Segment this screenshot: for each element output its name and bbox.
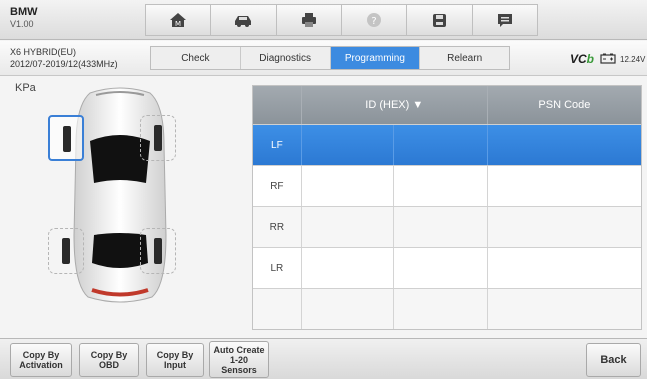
row-id-cell: [393, 248, 487, 288]
row-id-cell: [393, 166, 487, 206]
vehicle-model: X6 HYBRID(EU): [10, 47, 77, 57]
svg-text:?: ?: [371, 16, 376, 27]
row-position: LR: [270, 262, 284, 274]
svg-text:M: M: [175, 20, 181, 28]
print-button[interactable]: [275, 4, 341, 36]
vehicle-button[interactable]: [210, 4, 276, 36]
sub-bar: X6 HYBRID(EU) 2012/07-2019/12(433MHz) Ch…: [0, 41, 647, 76]
vci-b: b: [586, 52, 595, 66]
copy-by-obd-button[interactable]: Copy By OBD: [79, 343, 139, 377]
tire-rr: [154, 238, 162, 264]
row-id-cell: [300, 207, 394, 247]
back-button[interactable]: Back: [586, 343, 641, 377]
tire-lf: [63, 126, 71, 152]
header-position: [253, 86, 301, 124]
tire-rf: [154, 125, 162, 151]
save-button[interactable]: [406, 4, 472, 36]
row-psn-cell: [486, 166, 641, 206]
tire-lr: [62, 238, 70, 264]
row-id-cell: [300, 289, 394, 329]
sensor-table: ID (HEX) ▼ PSN Code LF RF RR LR: [252, 85, 642, 330]
row-psn-cell: [486, 248, 641, 288]
function-tabs: Check Diagnostics Programming Relearn: [150, 46, 510, 70]
battery-icon: [600, 53, 616, 64]
row-psn-cell: [486, 207, 641, 247]
sensor-rf[interactable]: [140, 115, 176, 161]
sensor-rr[interactable]: [140, 228, 176, 274]
row-position: RR: [269, 221, 285, 233]
app-name: BMW: [10, 6, 38, 18]
tab-programming[interactable]: Programming: [330, 47, 421, 69]
top-bar: BMW V1.00 M ?: [0, 0, 647, 40]
car-icon: [235, 16, 252, 27]
auto-create-sensors-button[interactable]: Auto Create 1-20 Sensors: [209, 341, 269, 378]
table-header-row: ID (HEX) ▼ PSN Code: [253, 86, 641, 124]
row-position: LF: [271, 139, 283, 151]
row-id-cell: [300, 248, 394, 288]
table-row[interactable]: LR: [253, 247, 641, 288]
help-icon: ?: [367, 13, 382, 27]
vehicle-diagram: [40, 85, 200, 305]
print-icon: [301, 13, 316, 27]
toolbar: M ?: [145, 4, 538, 36]
pressure-unit: KPa: [15, 82, 36, 94]
table-row[interactable]: RR: [253, 206, 641, 247]
tab-diagnostics[interactable]: Diagnostics: [241, 47, 331, 69]
copy-by-activation-button[interactable]: Copy By Activation: [10, 343, 72, 377]
row-psn-cell: [486, 289, 641, 329]
row-id-cell: [393, 207, 487, 247]
header-psn-code: PSN Code: [486, 86, 641, 124]
tab-relearn[interactable]: Relearn: [420, 47, 509, 69]
row-psn-cell: [486, 125, 641, 165]
message-icon: [497, 13, 512, 27]
row-id-cell: [393, 289, 487, 329]
copy-by-input-button[interactable]: Copy By Input: [146, 343, 204, 377]
table-row[interactable]: [253, 288, 641, 329]
tpms-programming-screen: BMW V1.00 M ? X6 HYBRID(EU) 2012/07-2019…: [0, 0, 647, 379]
vehicle-info: X6 HYBRID(EU) 2012/07-2019/12(433MHz): [10, 46, 118, 70]
table-row[interactable]: RF: [253, 165, 641, 206]
bottom-bar: Copy By Activation Copy By OBD Copy By I…: [0, 338, 647, 379]
brand: BMW V1.00: [10, 6, 38, 30]
app-version: V1.00: [10, 19, 34, 29]
row-id-cell: [300, 166, 394, 206]
row-position: RF: [270, 180, 284, 192]
message-button[interactable]: [471, 4, 538, 36]
home-button[interactable]: M: [145, 4, 211, 36]
row-id-cell: [393, 125, 487, 165]
row-position: [253, 289, 301, 329]
sensor-lr[interactable]: [48, 228, 84, 274]
table-row[interactable]: LF: [253, 124, 641, 165]
header-id-hex[interactable]: ID (HEX) ▼: [300, 86, 487, 124]
vehicle-years: 2012/07-2019/12(433MHz): [10, 59, 118, 69]
help-button[interactable]: ?: [340, 4, 407, 36]
sensor-lf[interactable]: [48, 115, 84, 161]
row-id-cell: [300, 125, 394, 165]
home-icon: M: [170, 13, 187, 28]
vci-status: VCb: [570, 52, 595, 66]
voltage-readout: 12.24V: [620, 55, 646, 64]
save-icon: [432, 13, 446, 27]
tab-check[interactable]: Check: [151, 47, 241, 69]
